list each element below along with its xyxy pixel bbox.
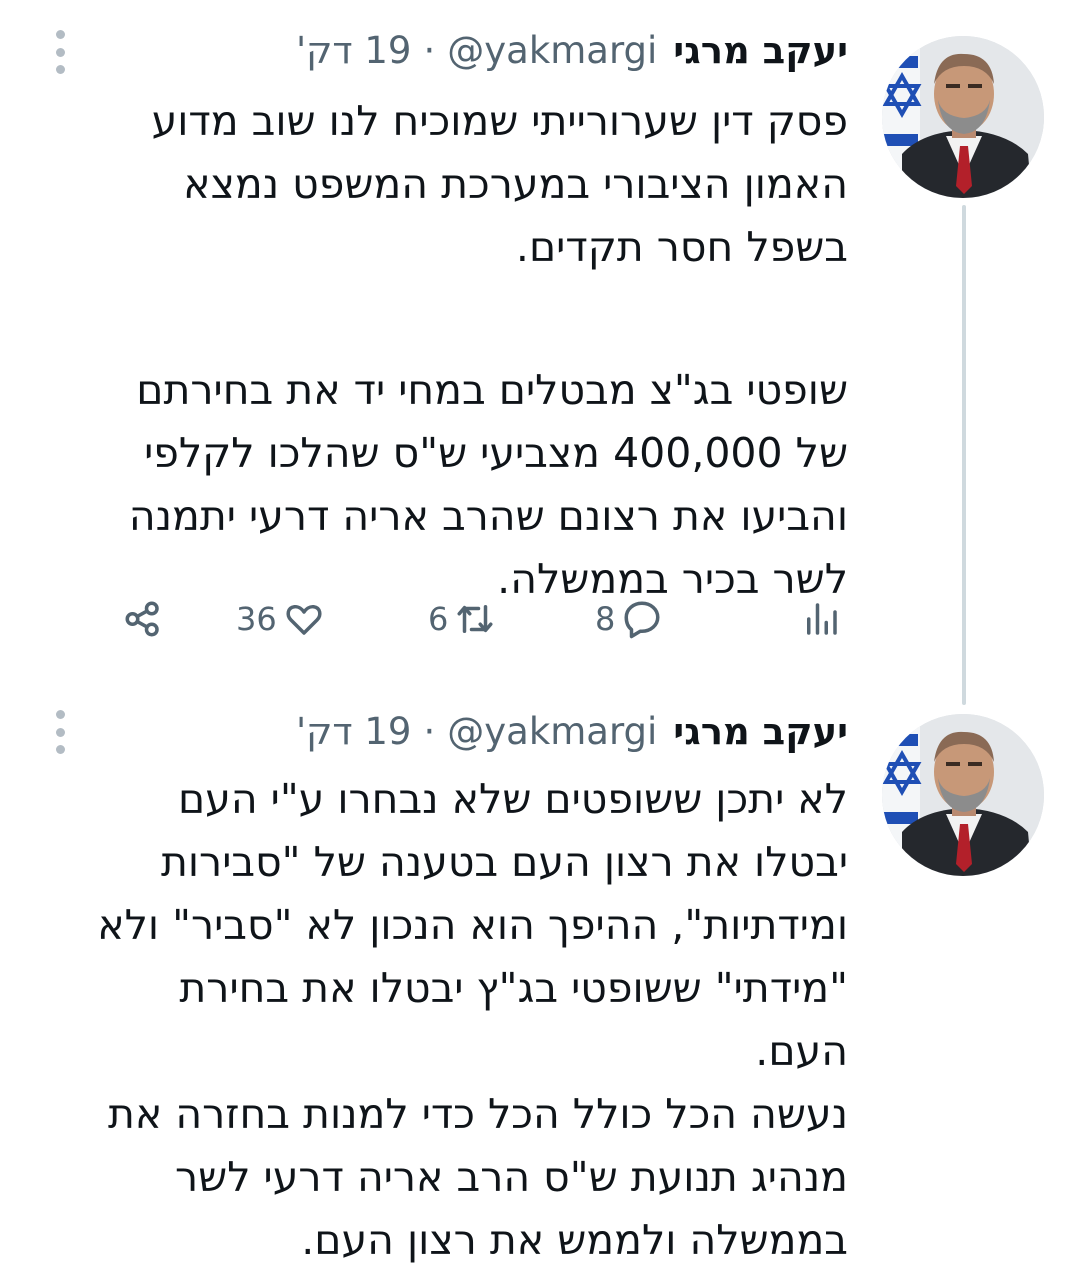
tweet-actions-bar: 8 6 36 xyxy=(0,590,1080,650)
tweet-header: יעקב מרגי @yakmargi · 19 דק' xyxy=(296,706,848,756)
tweet-paragraph: לא יתכן ששופטים שלא נבחרו ע"י העם יבטלו … xyxy=(97,775,848,1264)
author-handle[interactable]: @yakmargi xyxy=(447,710,657,753)
retweet-button[interactable]: 6 xyxy=(428,598,496,640)
retweet-icon xyxy=(457,605,493,633)
tweet-text: פסק דין שערורייתי שמוכיח לנו שוב מדוע הא… xyxy=(58,90,848,611)
author-name[interactable]: יעקב מרגי xyxy=(673,29,848,72)
tweet-time[interactable]: 19 דק' xyxy=(296,710,411,753)
tweet-1[interactable]: יעקב מרגי @yakmargi · 19 דק' פסק דין שער… xyxy=(0,0,1080,705)
tweet-paragraph: שופטי בג"צ מבטלים במחי יד את בחירתם של 4… xyxy=(128,366,848,603)
reply-button[interactable]: 8 xyxy=(595,598,663,640)
reply-icon xyxy=(624,601,660,639)
separator-dot: · xyxy=(423,709,436,753)
tweet-2[interactable]: יעקב מרגי @yakmargi · 19 דק' לא יתכן ששו… xyxy=(0,700,1080,1264)
tweet-header: יעקב מרגי @yakmargi · 19 דק' xyxy=(296,25,848,75)
views-button[interactable] xyxy=(800,598,842,640)
share-icon xyxy=(125,601,159,637)
avatar-photo xyxy=(882,714,1044,876)
views-icon xyxy=(807,603,837,635)
avatar-photo xyxy=(882,36,1044,198)
heart-icon xyxy=(286,604,322,635)
like-button[interactable]: 36 xyxy=(236,598,325,640)
author-name[interactable]: יעקב מרגי xyxy=(673,710,848,753)
reply-count: 8 xyxy=(595,600,616,638)
share-button[interactable] xyxy=(122,598,164,640)
retweet-count: 6 xyxy=(428,600,449,638)
author-avatar[interactable] xyxy=(882,36,1044,198)
separator-dot: · xyxy=(423,28,436,72)
like-count: 36 xyxy=(236,600,277,638)
tweet-text: לא יתכן ששופטים שלא נבחרו ע"י העם יבטלו … xyxy=(58,768,848,1272)
tweet-paragraph: פסק דין שערורייתי שמוכיח לנו שוב מדוע הא… xyxy=(151,97,848,271)
more-options-icon[interactable] xyxy=(50,710,70,754)
tweet-time[interactable]: 19 דק' xyxy=(296,29,411,72)
author-avatar[interactable] xyxy=(882,714,1044,876)
author-handle[interactable]: @yakmargi xyxy=(447,29,657,72)
more-options-icon[interactable] xyxy=(50,30,70,74)
